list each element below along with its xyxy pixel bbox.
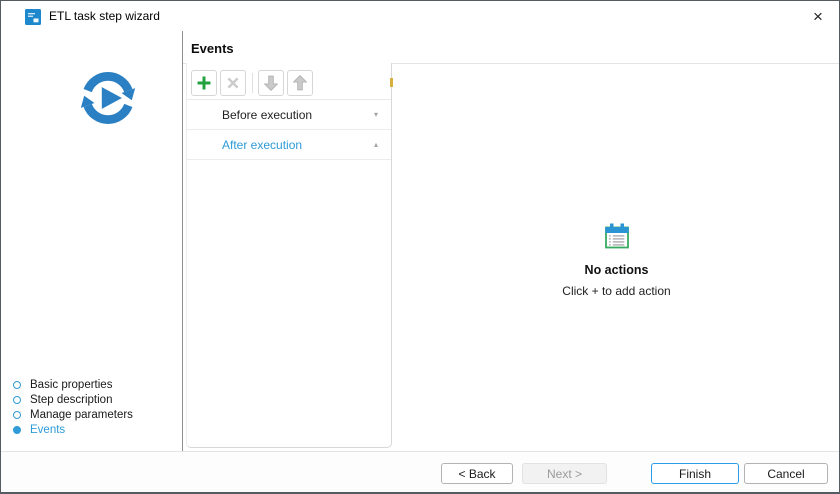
plus-icon — [197, 76, 211, 90]
event-row-before-execution[interactable]: Before execution ▾ — [187, 100, 391, 130]
events-panel: Before execution ▾ After execution ▴ — [186, 63, 392, 448]
sidebar-item-events[interactable]: Events — [13, 422, 178, 437]
toolbar-separator — [252, 73, 253, 93]
footer: < Back Next > Finish Cancel — [1, 451, 839, 492]
chevron-down-icon: ▾ — [373, 110, 378, 119]
step-bullet-icon — [13, 425, 21, 434]
cancel-button[interactable]: Cancel — [744, 463, 828, 484]
no-actions-empty-state: No actions Click + to add action — [393, 221, 839, 298]
close-icon[interactable]: × — [805, 4, 831, 28]
step-label: Step description — [30, 393, 113, 406]
move-up-button[interactable] — [287, 70, 313, 96]
step-label: Events — [30, 423, 66, 436]
wizard-steps-nav: Basic properties Step description Manage… — [13, 377, 178, 437]
empty-state-hint: Click + to add action — [562, 284, 671, 298]
titlebar: ETL task step wizard × — [1, 1, 839, 31]
event-row-after-execution[interactable]: After execution ▴ — [187, 130, 391, 160]
sidebar-item-basic-properties[interactable]: Basic properties — [13, 377, 178, 392]
sidebar-divider — [182, 31, 183, 451]
event-list: Before execution ▾ After execution ▴ — [187, 100, 391, 160]
wizard-sidebar: Basic properties Step description Manage… — [1, 31, 182, 448]
chevron-up-icon: ▴ — [373, 140, 378, 149]
delete-action-button[interactable] — [220, 70, 246, 96]
back-button[interactable]: < Back — [441, 463, 513, 484]
yellow-marker — [390, 78, 393, 87]
actions-list-icon — [602, 221, 632, 251]
finish-button[interactable]: Finish — [651, 463, 739, 484]
etl-sync-logo-icon — [75, 65, 141, 131]
event-label: Before execution — [222, 107, 313, 122]
arrow-down-icon — [264, 75, 278, 91]
wizard-window: ETL task step wizard × Basic properties — [0, 0, 840, 494]
cross-icon — [227, 77, 239, 89]
add-action-button[interactable] — [191, 70, 217, 96]
window-title: ETL task step wizard — [49, 9, 160, 23]
step-label: Basic properties — [30, 378, 113, 391]
step-bullet-icon — [13, 395, 21, 404]
arrow-up-icon — [293, 75, 307, 91]
step-bullet-icon — [13, 380, 21, 389]
next-button[interactable]: Next > — [522, 463, 607, 484]
page-title: Events — [191, 41, 234, 56]
step-bullet-icon — [13, 410, 21, 419]
sidebar-item-step-description[interactable]: Step description — [13, 392, 178, 407]
step-label: Manage parameters — [30, 408, 133, 421]
event-label: After execution — [222, 137, 303, 152]
events-toolbar — [191, 70, 313, 96]
sidebar-item-manage-parameters[interactable]: Manage parameters — [13, 407, 178, 422]
wizard-window-icon — [25, 9, 41, 25]
empty-state-title: No actions — [584, 263, 649, 277]
move-down-button[interactable] — [258, 70, 284, 96]
